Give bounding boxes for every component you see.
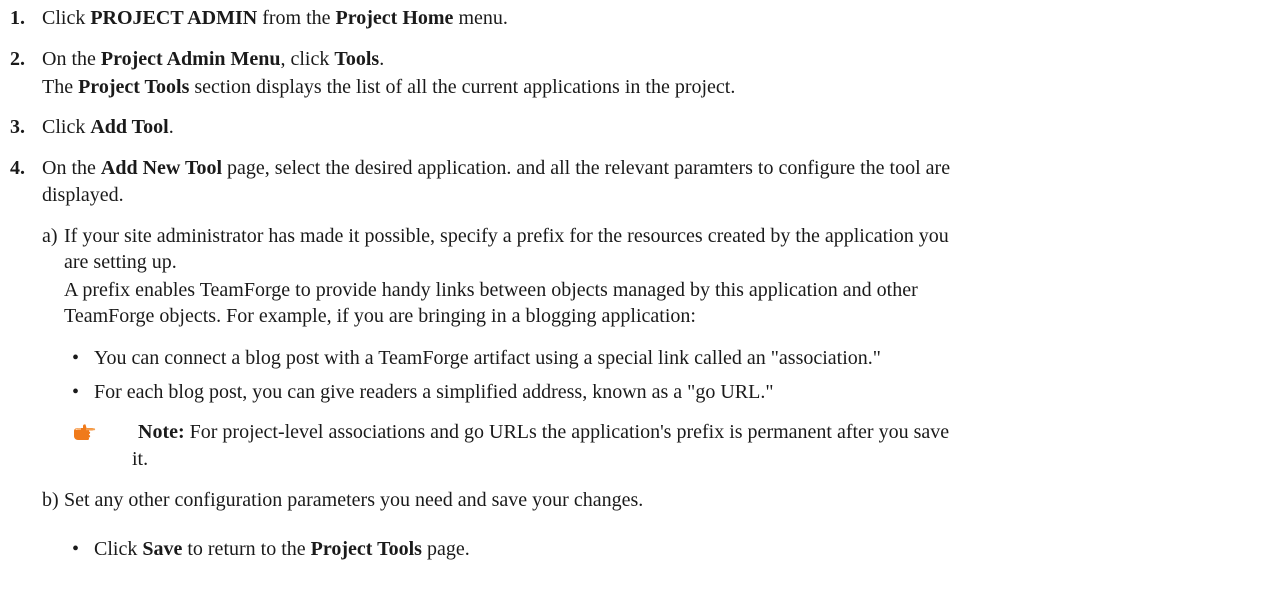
pointing-hand-icon: [72, 423, 98, 443]
bullet-text: Click Save to return to the Project Tool…: [94, 536, 470, 562]
substep-text: Set any other configuration parameters y…: [64, 489, 644, 511]
step-text: Click Add Tool.: [42, 114, 1242, 140]
text-run: Click: [42, 7, 91, 29]
bullet-dot: •: [72, 381, 80, 403]
text-run: The: [42, 76, 79, 98]
text-line: A prefix enables TeamForge to provide ha…: [64, 279, 918, 301]
note-text-line: it.: [132, 448, 149, 470]
ui-term-project-tools: Project Tools: [78, 76, 190, 98]
text-line: are setting up.: [64, 251, 177, 273]
substep-label: b): [42, 489, 59, 511]
step-text: On the Project Admin Menu, click Tools. …: [42, 46, 1242, 100]
note-label: Note:: [138, 421, 185, 443]
ui-term-project-tools: Project Tools: [310, 538, 422, 560]
text-run: menu.: [453, 7, 508, 29]
text-line: If your site administrator has made it p…: [64, 225, 949, 247]
text-run: page, select the desired application. an…: [222, 157, 951, 179]
text-run: On the: [42, 157, 101, 179]
step-text: displayed.: [42, 184, 124, 206]
text-line: TeamForge objects. For example, if you a…: [64, 305, 696, 327]
text-run: .: [168, 116, 174, 138]
text-run: Click: [94, 538, 143, 560]
note-text: Note: For project-level associations and…: [138, 419, 1218, 445]
text-run: page.: [421, 538, 470, 560]
ui-term-project-admin: PROJECT ADMIN: [90, 7, 258, 29]
ui-term-save: Save: [142, 538, 183, 560]
ui-term-project-admin-menu: Project Admin Menu: [100, 48, 281, 70]
ui-term-tools: Tools: [334, 48, 380, 70]
ui-term-add-new-tool: Add New Tool: [100, 157, 223, 179]
bullet-dot: •: [72, 347, 80, 369]
step-number: 1.: [10, 7, 25, 29]
bullet-text: You can connect a blog post with a TeamF…: [94, 347, 881, 369]
text-run: section displays the list of all the cur…: [189, 76, 736, 98]
step-number: 4.: [10, 157, 25, 179]
text-run: .: [379, 48, 385, 70]
text-run: Click: [42, 116, 91, 138]
step-result: The Project Tools section displays the l…: [42, 74, 1242, 100]
step-number: 3.: [10, 116, 25, 138]
text-run: to return to the: [182, 538, 311, 560]
bullet-dot: •: [72, 538, 80, 560]
step-number: 2.: [10, 48, 25, 70]
substep-text: If your site administrator has made it p…: [64, 223, 1234, 329]
ui-term-add-tool: Add Tool: [90, 116, 169, 138]
step-text: On the Add New Tool page, select the des…: [42, 155, 1242, 181]
text-run: On the: [42, 48, 101, 70]
text-run: For project-level associations and go UR…: [184, 421, 950, 443]
ui-term-project-home: Project Home: [335, 7, 454, 29]
substep-label: a): [42, 225, 58, 247]
text-run: , click: [280, 48, 335, 70]
text-run: from the: [257, 7, 336, 29]
step-text: Click PROJECT ADMIN from the Project Hom…: [42, 5, 1242, 31]
bullet-text: For each blog post, you can give readers…: [94, 381, 774, 403]
